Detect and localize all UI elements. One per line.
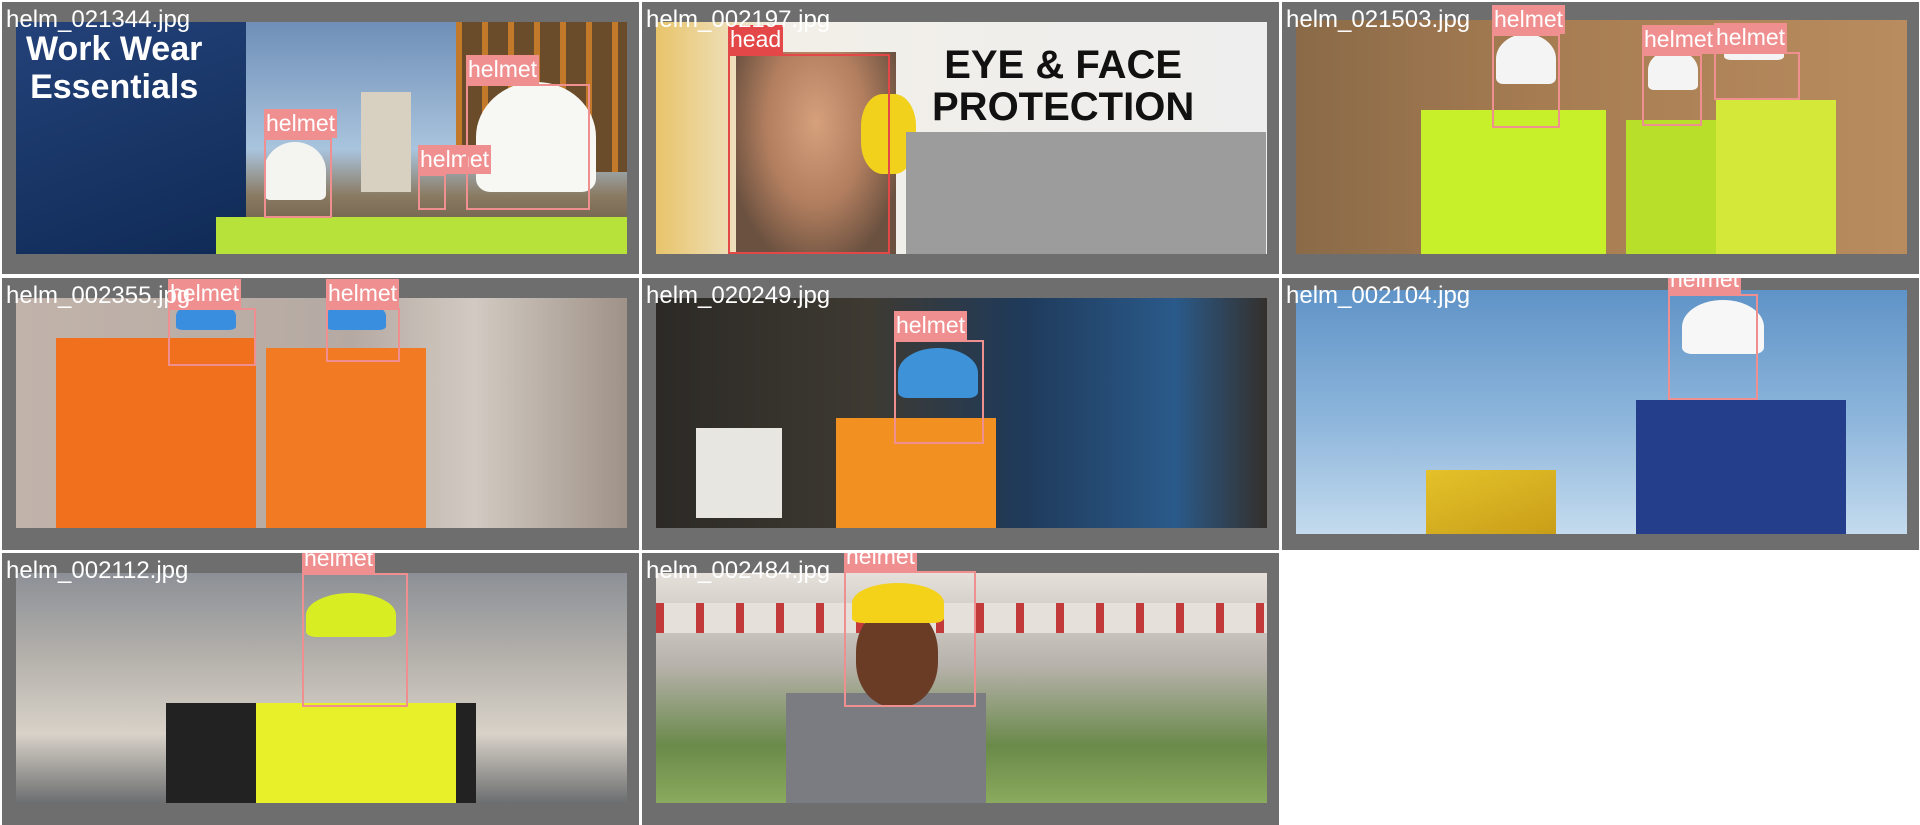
detection-box: helmet [1714,23,1800,100]
detection-label: helmet [264,109,338,138]
image-tile[interactable]: EYE & FACE PROTECTION helm_002197.jpg he… [642,2,1279,274]
detection-label: helmet [1642,25,1716,54]
image-tile[interactable]: helm_021503.jpg helmet helmet helmet [1282,2,1919,274]
image-tile[interactable]: helm_020249.jpg helmet [642,278,1279,550]
tile-filename: helm_002355.jpg [6,282,191,309]
shirt-shape [906,132,1266,254]
bbox-outline [1668,294,1758,400]
detection-box: helmet [302,553,408,707]
detection-box: helmet [326,279,400,362]
bbox-outline [1714,52,1800,100]
detection-box: helmet [1642,25,1716,126]
detection-box: helmet [844,553,976,707]
worker-shape [56,338,256,528]
worker-shape [1626,120,1726,254]
detection-label: helmet [1714,23,1788,52]
bbox-outline [264,138,332,218]
crane-shape [1426,470,1556,534]
worker-shape [1421,110,1606,254]
vest-shape [256,703,456,803]
tower-shape [361,92,411,192]
bbox-outline [894,340,984,444]
detection-box: helmet [168,279,256,366]
bbox-outline [418,174,446,210]
worker-shape [1636,400,1846,534]
image-grid: Work Wear Essentials helm_021344.jpg hel… [0,0,1920,825]
bbox-outline [844,571,976,707]
worker-shape [786,693,986,803]
bbox-outline [728,54,890,254]
detection-label: helmet [1668,278,1742,294]
tile-photo [16,298,627,528]
bbox-outline [168,308,256,366]
tile-filename: helm_002112.jpg [6,557,189,584]
detection-box: helmet [466,55,590,210]
detection-box: helmet [1668,278,1758,400]
bbox-outline [326,308,400,362]
image-tile[interactable]: Work Wear Essentials helm_021344.jpg hel… [2,2,639,274]
bbox-outline [1642,54,1702,126]
tile-filename: helm_002104.jpg [1286,282,1471,309]
photo-caption: EYE & FACE PROTECTION [932,43,1195,129]
bbox-outline [466,84,590,210]
tile-filename: helm_021344.jpg [6,6,191,33]
sign-shape [696,428,782,518]
tile-photo [1296,20,1907,254]
detection-box: head [728,25,890,254]
detection-box: helmet [1492,5,1566,128]
detection-label: helmet [326,279,400,308]
tile-filename: helm_021503.jpg [1286,6,1471,33]
image-tile[interactable]: helm_002104.jpg helmet [1282,278,1919,550]
bbox-outline [302,573,408,707]
detection-label: helmet [844,553,918,571]
image-tile[interactable]: helm_002484.jpg helmet [642,553,1279,825]
detection-label: helmet [1492,5,1566,34]
image-tile[interactable]: helm_002355.jpg helmet helmet [2,278,639,550]
detection-label: helmet [466,55,540,84]
tile-filename: helm_002484.jpg [646,557,831,584]
photo-caption: Work Wear Essentials [26,30,203,106]
image-tile[interactable]: helm_002112.jpg helmet [2,553,639,825]
tile-filename: helm_020249.jpg [646,282,831,309]
detection-box: helmet [418,145,492,210]
tile-filename: helm_002197.jpg [646,6,831,33]
vest-shape [216,217,627,254]
worker-shape [266,348,426,528]
detection-box: helmet [264,109,338,218]
worker-shape [1716,100,1836,254]
detection-box: helmet [894,311,984,444]
tile-photo [1296,290,1907,534]
detection-label: helmet [894,311,968,340]
detection-label: helmet [302,553,376,573]
bbox-outline [1492,34,1560,128]
